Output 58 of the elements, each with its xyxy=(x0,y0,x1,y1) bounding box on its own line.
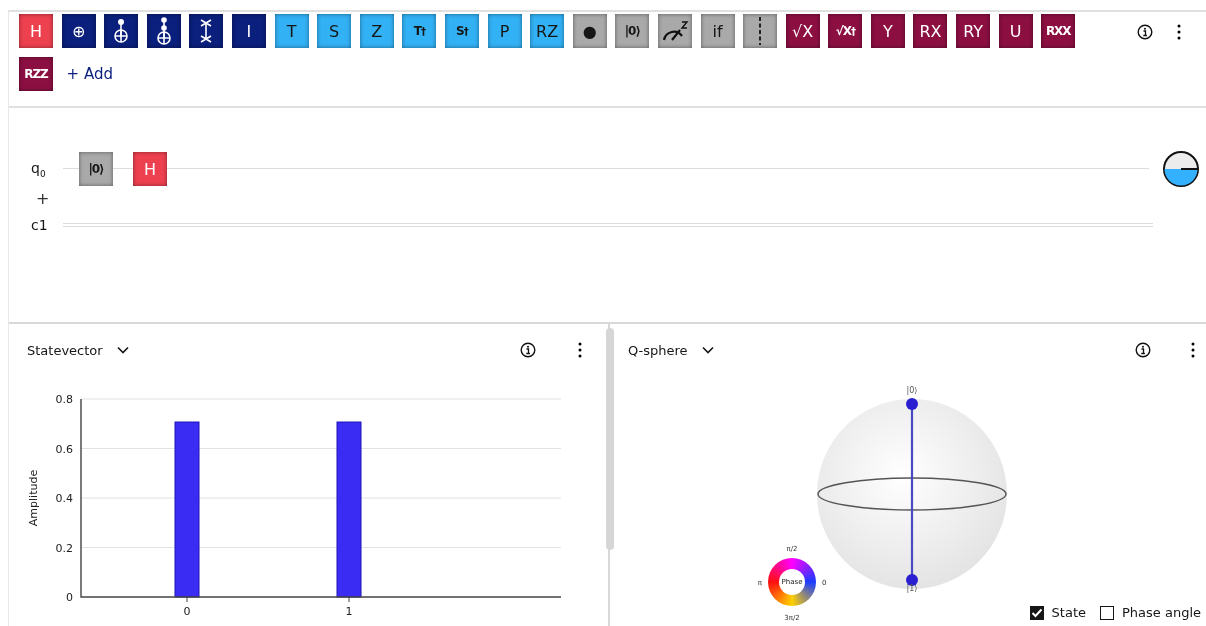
add-qubit-button[interactable]: + xyxy=(36,188,50,208)
gate-button[interactable]: S xyxy=(317,14,352,48)
info-icon[interactable] xyxy=(520,342,536,358)
circuit-gate[interactable]: H xyxy=(133,152,167,186)
y-tick-label: 0.6 xyxy=(55,442,73,456)
gate-button[interactable]: RZ xyxy=(530,14,565,48)
gate-button[interactable]: RX xyxy=(913,14,948,48)
more-icon[interactable] xyxy=(1191,342,1195,358)
gate-button[interactable]: ⊕ xyxy=(61,14,96,48)
view-dropdown[interactable]: Q-sphere xyxy=(624,340,718,360)
gate-button[interactable] xyxy=(743,14,778,48)
classical-label: c1 xyxy=(31,217,49,233)
qubit-label: q$_{0}$ xyxy=(31,159,47,179)
info-icon[interactable] xyxy=(1135,342,1151,358)
gate-button[interactable]: Z xyxy=(359,14,394,48)
meter-icon xyxy=(660,20,689,42)
view-dropdown[interactable]: Statevector xyxy=(23,340,133,360)
state-label: |0⟩ xyxy=(906,386,918,395)
more-icon[interactable] xyxy=(578,342,582,358)
chevron-down-icon xyxy=(701,346,714,354)
gate-button[interactable]: if xyxy=(700,14,735,48)
gate-button[interactable]: RY xyxy=(956,14,991,48)
swap-icon xyxy=(199,18,214,44)
gate-button[interactable]: ● xyxy=(572,14,607,48)
gate-button[interactable]: Y xyxy=(870,14,905,48)
y-tick-label: 0.4 xyxy=(55,492,73,505)
more-icon[interactable] xyxy=(1177,24,1181,40)
y-tick-label: 0.2 xyxy=(55,541,73,555)
checkbox[interactable] xyxy=(1029,605,1044,620)
barrier-icon xyxy=(758,17,763,45)
gate-button[interactable]: U xyxy=(998,14,1033,48)
gate-button[interactable]: RXX xyxy=(1041,14,1076,48)
y-tick-label: 0 xyxy=(66,591,73,604)
scrollbar[interactable] xyxy=(606,328,614,550)
gate-button[interactable] xyxy=(657,14,692,48)
x-tick-label: 1 xyxy=(345,605,353,618)
state-label: |1⟩ xyxy=(906,584,918,593)
y-axis-title: Amplitude xyxy=(27,469,40,527)
gate-button[interactable] xyxy=(104,14,139,48)
gate-button[interactable]: H xyxy=(19,14,53,48)
gate-button[interactable]: RZZ xyxy=(19,57,53,91)
x-tick-label: 0 xyxy=(183,605,191,618)
gate-button[interactable]: √X xyxy=(785,14,820,48)
chevron-down-icon xyxy=(116,346,129,354)
gate-button[interactable]: P xyxy=(487,14,522,48)
gate-button[interactable] xyxy=(189,14,224,48)
checkbox-label: State xyxy=(1051,605,1086,620)
y-tick-label: 0.8 xyxy=(55,393,73,406)
circuit-gate[interactable]: |0⟩ xyxy=(79,152,113,186)
checkbox[interactable] xyxy=(1100,605,1114,620)
gate-button[interactable]: T xyxy=(274,14,309,48)
gate-button[interactable] xyxy=(146,14,181,48)
add-gate-link[interactable]: + Add xyxy=(66,65,113,83)
info-icon[interactable] xyxy=(1137,24,1153,40)
gate-button[interactable]: |0⟩ xyxy=(615,14,650,48)
gate-button[interactable]: I xyxy=(231,14,266,48)
qubit-state-icon xyxy=(1161,149,1201,189)
checkbox-label: Phase angle xyxy=(1122,605,1201,620)
